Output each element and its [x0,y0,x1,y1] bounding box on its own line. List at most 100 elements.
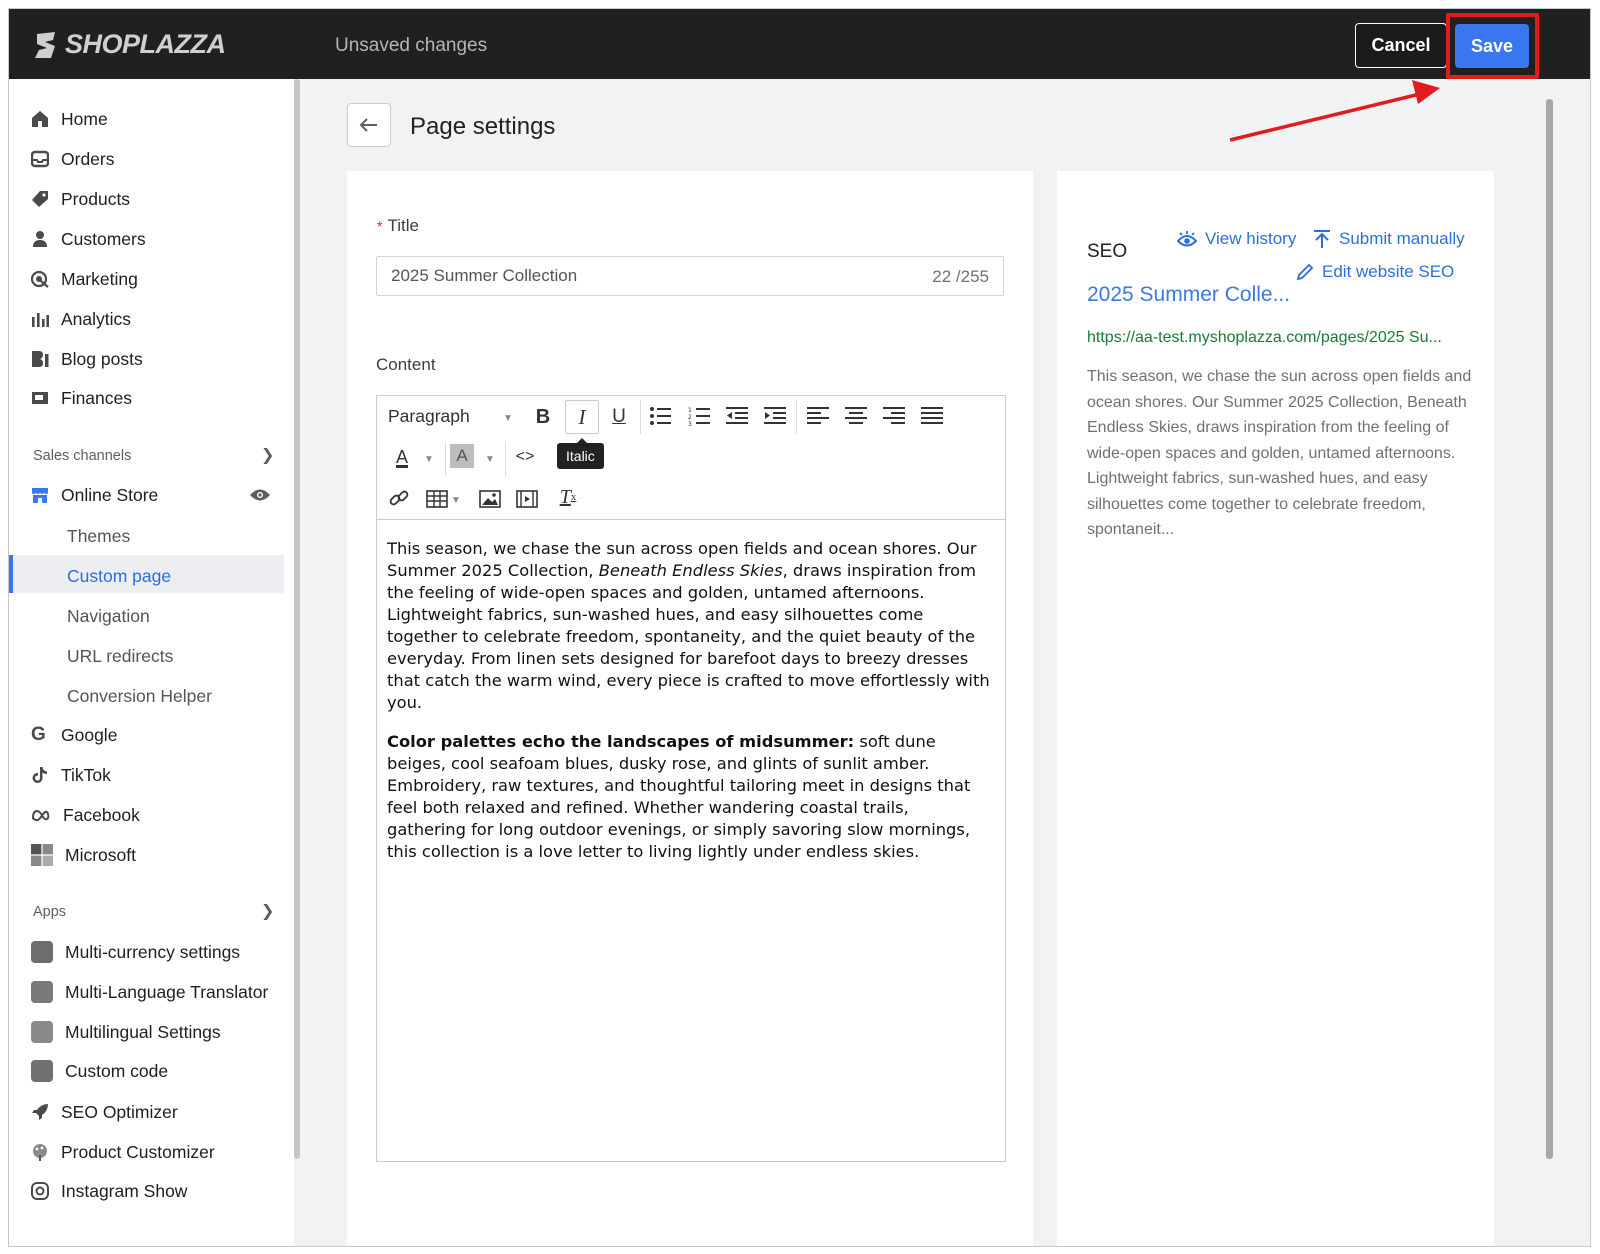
indent-icon[interactable] [764,406,786,426]
underline-icon[interactable]: U [606,404,632,430]
view-history-link[interactable]: View history [1177,229,1296,249]
content-paragraph-1: This season, we chase the sun across ope… [387,538,992,714]
sidebar-app-multi-language-translator[interactable]: Multi-Language Translator [31,975,268,1009]
caret-down-icon[interactable]: ▼ [451,495,461,506]
align-center-icon[interactable] [845,406,867,426]
sidebar-item-label: Online Store [61,484,159,505]
sidebar-app-multilingual-settings[interactable]: Multilingual Settings [31,1015,221,1049]
shoplazza-logo-icon [35,31,55,58]
edit-website-seo-label: Edit website SEO [1322,262,1455,281]
sidebar-item-label: Blog posts [61,348,143,369]
sidebar-item-marketing[interactable]: Marketing [31,262,138,296]
toolbar-separator [505,442,506,476]
sidebar-item-label: Home [61,108,108,129]
code-app-icon [31,1060,53,1082]
multilingual-app-icon [31,1021,53,1043]
sidebar-item-google[interactable]: G Google [31,718,117,752]
sidebar-subitem-conversion-helper[interactable]: Conversion Helper [67,686,212,707]
sidebar-item-label: Customers [61,228,146,249]
align-justify-icon[interactable] [921,406,943,426]
content-emphasis: Beneath Endless Skies [598,561,783,580]
sidebar-app-multi-currency[interactable]: Multi-currency settings [31,935,240,969]
rich-text-editor: Paragraph ▼ B I U 123 A ▼ A ▼ <> Italic … [376,395,1006,1162]
clear-formatting-icon[interactable]: Tx [555,484,581,510]
video-icon[interactable] [516,490,538,508]
numbered-list-icon[interactable]: 123 [688,406,710,426]
sidebar-subitem-url-redirects[interactable]: URL redirects [67,646,173,667]
sidebar-scrollbar[interactable] [294,79,300,1159]
sidebar-item-customers[interactable]: Customers [31,222,146,256]
currency-app-icon [31,941,53,963]
sidebar-app-product-customizer[interactable]: Product Customizer [31,1135,215,1169]
seo-heading: SEO [1087,241,1128,262]
svg-text:3: 3 [688,421,692,426]
arrow-left-icon [359,118,377,132]
code-view-icon[interactable]: <> [512,444,538,470]
text-color-icon[interactable]: A [389,444,415,470]
sidebar-item-orders[interactable]: Orders [31,142,114,176]
sidebar-item-analytics[interactable]: Analytics [31,302,131,336]
upload-icon [1314,230,1330,248]
google-icon: G [31,724,46,745]
outdent-icon[interactable] [726,406,748,426]
sidebar-subitem-themes[interactable]: Themes [67,526,130,547]
sidebar-subitem-navigation[interactable]: Navigation [67,606,150,627]
sidebar-item-products[interactable]: Products [31,182,130,216]
sidebar-item-facebook[interactable]: Facebook [31,798,140,832]
italic-icon[interactable]: I [569,404,595,430]
sidebar-item-label: Instagram Show [61,1180,188,1201]
rocket-icon [32,1104,48,1120]
align-right-icon[interactable] [883,406,905,426]
sidebar-item-finances[interactable]: Finances [31,381,132,415]
table-icon[interactable] [426,490,448,508]
title-char-counter: 22 /255 [932,267,989,286]
submit-manually-link[interactable]: Submit manually [1313,229,1465,249]
link-icon[interactable] [389,488,409,508]
sidebar-app-seo-optimizer[interactable]: SEO Optimizer [31,1095,178,1129]
content-label: Content [376,355,436,374]
sidebar-item-label: Google [61,724,118,745]
chevron-right-icon[interactable]: ❯ [261,901,274,921]
translator-app-icon [31,981,53,1003]
chevron-right-icon[interactable]: ❯ [261,445,274,465]
sidebar-subitem-custom-page[interactable]: Custom page [67,566,171,587]
page-settings-card: * Title 2025 Summer Collection 22 /255 Co… [347,171,1033,1246]
unsaved-status: Unsaved changes [335,35,488,56]
sidebar-app-custom-code[interactable]: Custom code [31,1054,168,1088]
bold-icon[interactable]: B [530,404,556,430]
blog-icon [32,351,49,367]
caret-down-icon[interactable]: ▼ [503,413,513,424]
save-button[interactable]: Save [1455,24,1529,68]
title-label: * Title [377,216,419,236]
top-bar: SHOPLAZZA Unsaved changes Cancel Save [9,9,1590,79]
align-left-icon[interactable] [807,406,829,426]
paragraph-format-select[interactable]: Paragraph [388,406,470,427]
sidebar-item-home[interactable]: Home [31,102,108,136]
cancel-button[interactable]: Cancel [1355,23,1447,68]
sidebar-item-label: Analytics [61,308,132,329]
toolbar-separator [445,442,446,476]
edit-website-seo-link[interactable]: Edit website SEO [1296,262,1454,282]
sidebar-app-instagram-show[interactable]: Instagram Show [31,1174,187,1208]
page-title: Page settings [410,113,556,140]
title-input[interactable]: 2025 Summer Collection 22 /255 [376,256,1004,296]
content-text: , draws inspiration from the feeling of … [387,561,990,712]
main-scrollbar[interactable] [1546,99,1553,1159]
apps-label: Apps [33,904,67,920]
caret-down-icon[interactable]: ▼ [424,454,434,465]
meta-icon [31,809,50,822]
sidebar-item-online-store[interactable]: Online Store [31,478,158,512]
bullet-list-icon[interactable] [649,406,671,426]
sidebar-item-blog-posts[interactable]: Blog posts [31,342,143,376]
image-icon[interactable] [479,490,501,508]
eye-icon[interactable] [249,488,271,502]
caret-down-icon[interactable]: ▼ [485,454,495,465]
brand-name: SHOPLAZZA [65,29,226,59]
sidebar-item-tiktok[interactable]: TikTok [31,758,111,792]
back-button[interactable] [347,103,391,147]
highlight-color-icon[interactable]: A [450,444,474,468]
finances-icon [32,392,48,404]
content-text: soft dune beiges, cool seafoam blues, du… [387,732,971,861]
sidebar-item-microsoft[interactable]: Microsoft [31,838,136,872]
editor-content[interactable]: This season, we chase the sun across ope… [387,538,992,880]
